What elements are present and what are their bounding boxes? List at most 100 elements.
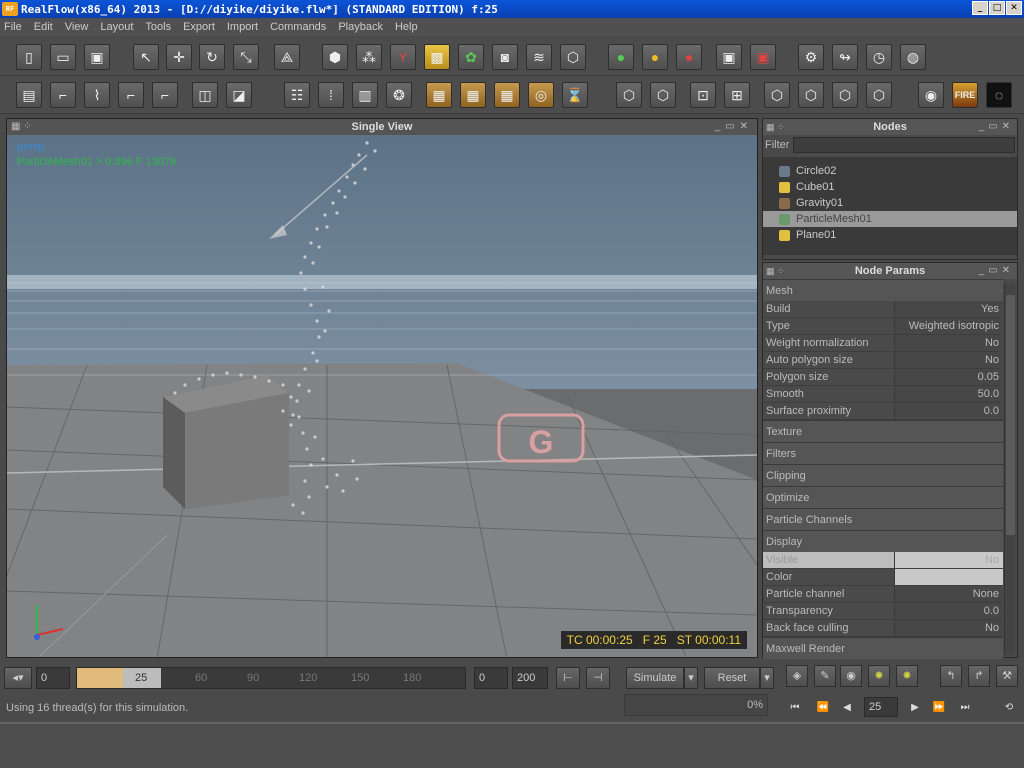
- node-item-circle02[interactable]: Circle02: [763, 163, 1017, 179]
- menu-help[interactable]: Help: [395, 21, 418, 33]
- menu-edit[interactable]: Edit: [34, 21, 53, 33]
- start-frame-field[interactable]: 0: [36, 667, 70, 689]
- color-swatch[interactable]: [895, 569, 1003, 585]
- section-particle-channels[interactable]: Particle Channels: [763, 508, 1003, 530]
- step-back-icon[interactable]: ⏪: [814, 700, 832, 716]
- timeline-options-button[interactable]: ◂▾: [4, 667, 32, 689]
- frame-selected-icon[interactable]: ⊡: [690, 82, 716, 108]
- select-tool-icon[interactable]: ↖: [133, 44, 159, 70]
- param-row[interactable]: Type Weighted isotropic: [763, 318, 1003, 335]
- cube-view-1-icon[interactable]: ⬡: [764, 82, 790, 108]
- param-row[interactable]: Color: [763, 569, 1003, 586]
- reset-dropdown-icon[interactable]: ▾: [760, 667, 774, 689]
- camera-tool-icon[interactable]: ◈: [786, 665, 808, 687]
- add-wave-icon[interactable]: ≋: [526, 44, 552, 70]
- wrench-icon[interactable]: ⚒: [996, 665, 1018, 687]
- panel-grip-icon[interactable]: ▦ ⁘: [766, 119, 785, 135]
- section-mesh[interactable]: Mesh: [763, 279, 1003, 301]
- panel-grip-icon[interactable]: ▦ ⁘: [766, 263, 785, 279]
- key-next-icon[interactable]: ↱: [968, 665, 990, 687]
- move-tool-icon[interactable]: ✛: [166, 44, 192, 70]
- box-view-icon[interactable]: ◫: [192, 82, 218, 108]
- menu-commands[interactable]: Commands: [270, 21, 326, 33]
- param-value[interactable]: No: [895, 335, 1003, 351]
- set-start-icon[interactable]: ⊢: [556, 667, 580, 689]
- simulate-button[interactable]: Simulate: [626, 667, 684, 689]
- simulate-dropdown-icon[interactable]: ▾: [684, 667, 698, 689]
- param-row[interactable]: Weight normalization No: [763, 335, 1003, 352]
- node-item-cube01[interactable]: Cube01: [763, 179, 1017, 195]
- add-mesh-icon[interactable]: ✿: [458, 44, 484, 70]
- curve-add-icon[interactable]: ⌐: [152, 82, 178, 108]
- param-value[interactable]: Yes: [895, 301, 1003, 317]
- layout-icon[interactable]: ▤: [16, 82, 42, 108]
- display-mode-2-icon[interactable]: ▦: [460, 82, 486, 108]
- display-mode-3-icon[interactable]: ▦: [494, 82, 520, 108]
- cube-view-2-icon[interactable]: ⬡: [798, 82, 824, 108]
- display-mode-4-icon[interactable]: ◎: [528, 82, 554, 108]
- param-row[interactable]: Visible No: [763, 552, 1003, 569]
- dark-render-icon[interactable]: ◌: [986, 82, 1012, 108]
- close-button[interactable]: ✕: [1006, 1, 1022, 15]
- add-cube-icon[interactable]: ▩: [424, 44, 450, 70]
- param-row[interactable]: Transparency 0.0: [763, 603, 1003, 620]
- key-prev-icon[interactable]: ↰: [940, 665, 962, 687]
- graph-icon[interactable]: ⌐: [50, 82, 76, 108]
- scale-tool-icon[interactable]: ⤡: [233, 44, 259, 70]
- cube-view-3-icon[interactable]: ⬡: [832, 82, 858, 108]
- param-value[interactable]: 0.05: [895, 369, 1003, 385]
- first-frame-icon[interactable]: ⏮: [786, 700, 804, 716]
- param-value[interactable]: 0.0: [895, 603, 1003, 619]
- range-start-field[interactable]: 0: [474, 667, 508, 689]
- param-row[interactable]: Particle channel None: [763, 586, 1003, 603]
- eye-icon[interactable]: ◉: [840, 665, 862, 687]
- menu-export[interactable]: Export: [183, 21, 215, 33]
- node-item-plane01[interactable]: Plane01: [763, 227, 1017, 243]
- node-item-gravity01[interactable]: Gravity01: [763, 195, 1017, 211]
- display-mode-1-icon[interactable]: ▦: [426, 82, 452, 108]
- curve-icon[interactable]: ⌇: [84, 82, 110, 108]
- 3d-scene[interactable]: G: [7, 135, 757, 658]
- last-frame-icon[interactable]: ⏭: [956, 700, 974, 716]
- dots-circle-icon[interactable]: ❂: [386, 82, 412, 108]
- globe-icon[interactable]: ◍: [900, 44, 926, 70]
- range-end-field[interactable]: 200: [512, 667, 548, 689]
- hourglass-icon[interactable]: ⌛: [562, 82, 588, 108]
- particle-tool-icon[interactable]: ✸: [868, 665, 890, 687]
- section-filters[interactable]: Filters: [763, 442, 1003, 464]
- add-object-icon[interactable]: ⬢: [322, 44, 348, 70]
- param-row[interactable]: Auto polygon size No: [763, 352, 1003, 369]
- add-rigid-icon[interactable]: ⬡: [560, 44, 586, 70]
- param-row[interactable]: Polygon size 0.05: [763, 369, 1003, 386]
- param-row[interactable]: Back face culling No: [763, 620, 1003, 637]
- step-forward-icon[interactable]: ⏩: [930, 700, 948, 716]
- section-optimize[interactable]: Optimize: [763, 486, 1003, 508]
- section-clipping[interactable]: Clipping: [763, 464, 1003, 486]
- edit-tool-icon[interactable]: ✎: [814, 665, 836, 687]
- filter-input[interactable]: [793, 137, 1015, 153]
- frame-all-icon[interactable]: ⊞: [724, 82, 750, 108]
- green-light-icon[interactable]: ●: [608, 44, 634, 70]
- viewport-panel[interactable]: ▦ ⁘ Single View _▭✕ G persp ParticleMesh…: [6, 118, 758, 658]
- rotate-tool-icon[interactable]: ↻: [199, 44, 225, 70]
- fire-icon[interactable]: FIRE: [952, 82, 978, 108]
- play-back-icon[interactable]: ◀: [838, 700, 856, 716]
- panel-window-controls[interactable]: _▭✕: [979, 263, 1014, 279]
- save-red-icon[interactable]: ▣: [750, 44, 776, 70]
- grid-dots-icon[interactable]: ⁞: [318, 82, 344, 108]
- play-icon[interactable]: ▶: [906, 700, 924, 716]
- batch-script-icon[interactable]: ↬: [832, 44, 858, 70]
- yellow-light-icon[interactable]: ●: [642, 44, 668, 70]
- cube-view-4-icon[interactable]: ⬡: [866, 82, 892, 108]
- params-scrollbar[interactable]: [1004, 283, 1015, 655]
- menu-import[interactable]: Import: [227, 21, 258, 33]
- cube-dots-icon[interactable]: ⬡: [650, 82, 676, 108]
- node-item-particlemesh01[interactable]: ParticleMesh01: [763, 211, 1017, 227]
- param-row[interactable]: Build Yes: [763, 301, 1003, 318]
- menu-view[interactable]: View: [65, 21, 89, 33]
- red-light-icon[interactable]: ●: [676, 44, 702, 70]
- box-view2-icon[interactable]: ◪: [226, 82, 252, 108]
- set-end-icon[interactable]: ⊣: [586, 667, 610, 689]
- param-value[interactable]: Weighted isotropic: [895, 318, 1003, 334]
- timeline-ruler[interactable]: 25 60 90 120 150 180: [76, 667, 466, 689]
